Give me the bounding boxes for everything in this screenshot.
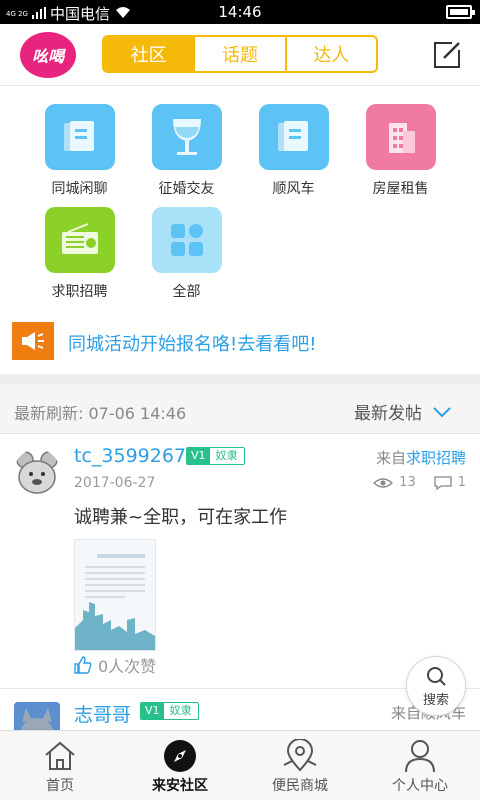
level-label: V1 [141, 703, 164, 719]
document-icon [44, 104, 115, 170]
category-carpool[interactable]: 顺风车 [240, 104, 347, 198]
speaker-icon [12, 322, 54, 360]
compose-button[interactable] [432, 40, 462, 70]
chevron-down-icon [433, 406, 451, 417]
category-all[interactable]: 全部 [133, 207, 240, 301]
comment-icon [434, 475, 452, 490]
search-button[interactable]: 搜索 [406, 656, 466, 716]
section-divider [0, 374, 480, 384]
post-source: 来自求职招聘 [376, 447, 466, 468]
avatar[interactable] [14, 449, 60, 495]
category-label: 征婚交友 [158, 181, 215, 197]
home-icon [0, 737, 120, 775]
category-label: 求职招聘 [51, 284, 108, 300]
status-bar: 4G 2G 中国电信 14:46 [0, 0, 480, 24]
nav-profile[interactable]: 个人中心 [360, 731, 480, 800]
compass-icon [120, 737, 240, 775]
app-header: 吆喝 社区 话题 达人 [0, 24, 480, 86]
nav-label: 便民商城 [272, 778, 328, 794]
category-label: 顺风车 [272, 181, 315, 197]
feed-toolbar: 最新刷新: 07-06 14:46 最新发帖 [0, 384, 480, 434]
category-label: 同城闲聊 [51, 181, 108, 197]
source-prefix: 来自 [375, 449, 406, 467]
tab-community[interactable]: 社区 [104, 37, 196, 71]
edit-icon [434, 42, 460, 68]
rank-label: 奴隶 [215, 449, 238, 462]
radio-icon [44, 207, 115, 273]
eye-icon [373, 477, 394, 488]
nav-label: 首页 [46, 778, 74, 794]
clock: 14:46 [218, 3, 262, 21]
category-dating[interactable]: 征婚交友 [133, 104, 240, 198]
view-count: 13 [399, 475, 416, 490]
rank-label: 奴隶 [169, 704, 192, 717]
post-author[interactable]: tc_3599267 [74, 445, 186, 467]
category-label: 房屋租售 [372, 181, 429, 197]
nav-home[interactable]: 首页 [0, 731, 120, 800]
app-logo: 吆喝 [20, 32, 76, 78]
level-badge: V1 奴隶 [186, 447, 245, 465]
category-jobs[interactable]: 求职招聘 [26, 207, 133, 301]
post-stats: 13 1 [373, 475, 466, 490]
map-pin-icon [240, 737, 360, 775]
post-image[interactable] [74, 539, 156, 651]
sort-dropdown[interactable]: 最新发帖 [354, 399, 452, 424]
tab-experts[interactable]: 达人 [287, 37, 376, 71]
building-icon [365, 104, 436, 170]
category-label: 全部 [172, 284, 201, 300]
nav-label: 来安社区 [152, 778, 208, 794]
nav-community[interactable]: 来安社区 [120, 731, 240, 800]
tab-topics[interactable]: 话题 [195, 37, 287, 71]
document-icon [258, 104, 329, 170]
nav-mall[interactable]: 便民商城 [240, 731, 360, 800]
search-label: 搜索 [422, 693, 449, 708]
like-count: 0人次赞 [98, 657, 157, 676]
post-date: 2017-06-27 [74, 475, 156, 491]
last-refresh-label: 最新刷新: 07-06 14:46 [14, 404, 187, 423]
post-content[interactable]: 诚聘兼~全职，可在家工作 [74, 503, 287, 529]
nav-label: 个人中心 [392, 778, 448, 794]
grid-icon [151, 207, 222, 273]
search-icon [427, 667, 446, 686]
category-housing[interactable]: 房屋租售 [347, 104, 454, 198]
bottom-navigation: 首页 来安社区 便民商城 个人中心 [0, 730, 480, 800]
level-badge: V1 奴隶 [140, 702, 199, 720]
comment-count: 1 [457, 475, 466, 490]
post-author[interactable]: 志哥哥 [74, 700, 131, 727]
like-button[interactable]: 0人次赞 [74, 653, 156, 677]
level-label: V1 [187, 448, 210, 464]
community-tabs: 社区 话题 达人 [102, 35, 378, 73]
battery-icon [446, 5, 475, 19]
source-category[interactable]: 求职招聘 [406, 449, 466, 467]
person-icon [360, 737, 480, 775]
post-card[interactable]: tc_3599267 V1 奴隶 来自求职招聘 2017-06-27 13 1 … [0, 435, 480, 689]
announcement-bar[interactable]: 同城活动开始报名咯!去看看吧! [0, 320, 480, 364]
announcement-text: 同城活动开始报名咯!去看看吧! [68, 334, 317, 355]
thumbs-up-icon [74, 656, 92, 674]
avatar[interactable] [14, 702, 60, 730]
wine-glass-icon [151, 104, 222, 170]
sort-label: 最新发帖 [354, 404, 422, 424]
category-chat[interactable]: 同城闲聊 [26, 104, 133, 198]
